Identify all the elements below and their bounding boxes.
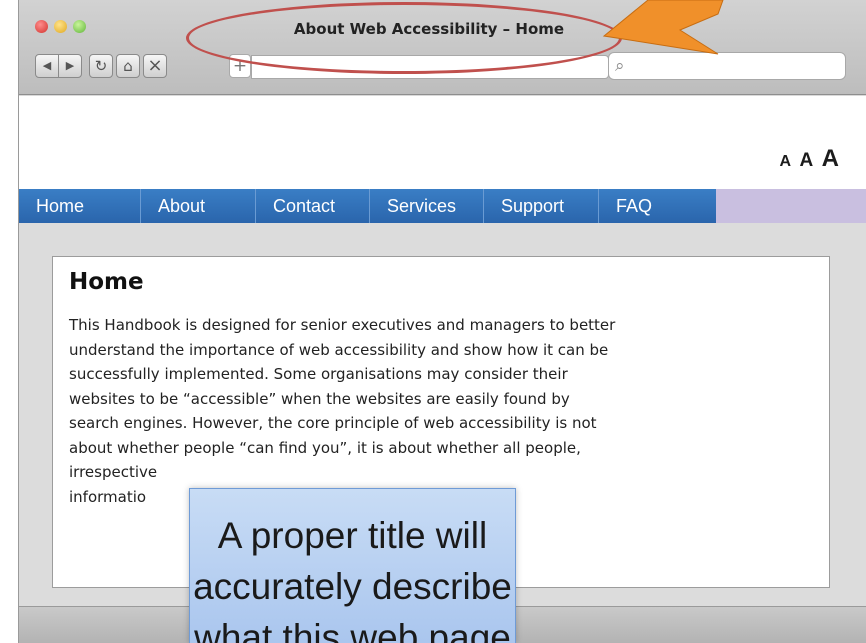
forward-button[interactable]: ▶ (58, 54, 82, 78)
back-button[interactable]: ◀ (35, 54, 59, 78)
window-close-button[interactable] (35, 20, 48, 33)
window-minimize-button[interactable] (54, 20, 67, 33)
callout-line: accurately describe (193, 566, 512, 607)
site-navigation: Home About Contact Services Support FAQ (19, 189, 866, 223)
body-text: This Handbook is designed for senior exe… (69, 313, 811, 509)
nav-item-home[interactable]: Home (19, 189, 141, 223)
nav-item-support[interactable]: Support (484, 189, 599, 223)
back-arrow-icon: ◀ (42, 59, 52, 72)
title-highlight-ellipse (186, 2, 622, 74)
callout-box: A proper title will accurately describe … (189, 488, 516, 643)
text-size-controls: A A A (775, 145, 839, 173)
body-line: search engines. However, the core princi… (69, 414, 597, 432)
nav-item-services[interactable]: Services (370, 189, 484, 223)
nav-item-contact[interactable]: Contact (256, 189, 370, 223)
site-header: A A A (19, 96, 866, 189)
forward-arrow-icon: ▶ (65, 59, 75, 72)
body-line: irrespective (69, 463, 158, 481)
text-size-medium[interactable]: A (799, 150, 813, 171)
reload-icon: ↻ (94, 57, 108, 75)
callout-line: A proper title will (217, 515, 488, 556)
page-heading: Home (69, 269, 144, 295)
body-line: websites to be “accessible” when the web… (69, 389, 570, 408)
stop-button[interactable]: × (143, 54, 167, 78)
body-line: This Handbook is designed for senior exe… (69, 316, 616, 334)
text-size-small[interactable]: A (779, 153, 791, 170)
window-zoom-button[interactable] (73, 20, 86, 33)
body-line: about whether people “can find you”, it … (69, 438, 581, 457)
callout-line: what this web page (194, 617, 511, 643)
search-icon: ⌕ (615, 56, 625, 76)
body-line: understand the importance of web accessi… (69, 340, 609, 359)
home-button[interactable]: ⌂ (116, 54, 140, 78)
nav-menu: Home About Contact Services Support FAQ (19, 189, 716, 223)
annotation-arrow-icon (602, 0, 724, 55)
reload-button[interactable]: ↻ (89, 54, 113, 78)
body-line: successfully implemented. Some organisat… (69, 365, 568, 383)
close-icon: × (147, 55, 163, 76)
nav-item-about[interactable]: About (141, 189, 256, 223)
nav-item-faq[interactable]: FAQ (599, 189, 716, 223)
text-size-large[interactable]: A (822, 145, 839, 172)
home-icon: ⌂ (123, 57, 133, 75)
